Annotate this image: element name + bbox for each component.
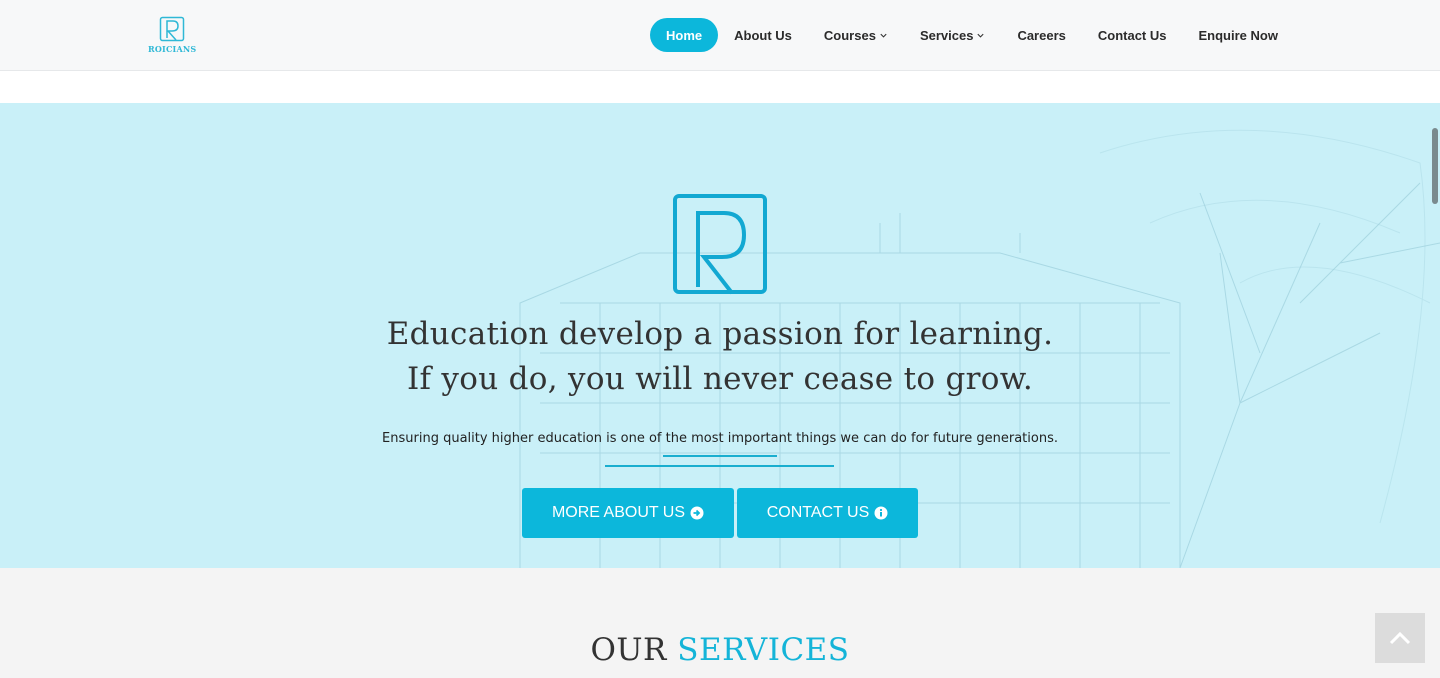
logo-mark-icon <box>159 16 185 42</box>
contact-us-button[interactable]: CONTACT US <box>737 488 918 538</box>
hero-divider-long <box>605 465 834 467</box>
chevron-up-icon <box>1389 631 1411 645</box>
hero-headline: Education develop a passion for learning… <box>320 312 1120 402</box>
nav-item-label: Services <box>919 27 974 43</box>
nav-item-services[interactable]: Services <box>904 18 1002 52</box>
services-title-part-2: SERVICES <box>677 632 850 668</box>
arrow-circle-right-icon <box>690 506 704 520</box>
services-title-part-1: OUR <box>590 632 667 668</box>
hero-logo-mark-icon <box>673 194 767 295</box>
hero-headline-line-2: If you do, you will never cease to grow. <box>406 361 1034 397</box>
hero-divider-short <box>663 455 777 457</box>
services-section: OUR SERVICES <box>0 568 1440 678</box>
nav-item-enquire-now[interactable]: Enquire Now <box>1183 18 1294 52</box>
services-title: OUR SERVICES <box>0 632 1440 668</box>
nav-item-careers[interactable]: Careers <box>1001 18 1081 52</box>
nav-item-contact-us[interactable]: Contact Us <box>1082 18 1183 52</box>
chevron-down-icon <box>977 33 985 38</box>
contact-us-label: CONTACT US <box>766 504 870 521</box>
hero-banner: Education develop a passion for learning… <box>0 103 1440 568</box>
nav-item-courses[interactable]: Courses <box>808 18 904 52</box>
scrollbar-thumb[interactable] <box>1432 128 1438 204</box>
site-header: ROICIANS Home About Us Courses Services … <box>0 0 1440 71</box>
nav-item-label: Contact Us <box>1097 27 1167 43</box>
hero-headline-line-1: Education develop a passion for learning… <box>386 316 1054 352</box>
logo-wordmark: ROICIANS <box>148 44 197 54</box>
hero-subtitle: Ensuring quality higher education is one… <box>382 431 1058 446</box>
chevron-down-icon <box>880 33 887 38</box>
more-about-us-label: MORE ABOUT US <box>551 504 686 521</box>
main-nav: Home About Us Courses Services Careers C… <box>650 18 1294 52</box>
more-about-us-button[interactable]: MORE ABOUT US <box>522 488 734 538</box>
nav-item-label: Courses <box>823 27 876 43</box>
nav-item-home[interactable]: Home <box>650 18 719 52</box>
nav-item-label: Enquire Now <box>1198 27 1278 43</box>
nav-item-label: About Us <box>734 27 792 43</box>
info-circle-icon <box>874 506 888 520</box>
back-to-top-button[interactable] <box>1375 613 1425 663</box>
nav-item-about-us[interactable]: About Us <box>718 18 808 52</box>
site-logo[interactable]: ROICIANS <box>148 14 196 58</box>
nav-item-label: Home <box>666 27 703 43</box>
nav-item-label: Careers <box>1017 27 1066 43</box>
